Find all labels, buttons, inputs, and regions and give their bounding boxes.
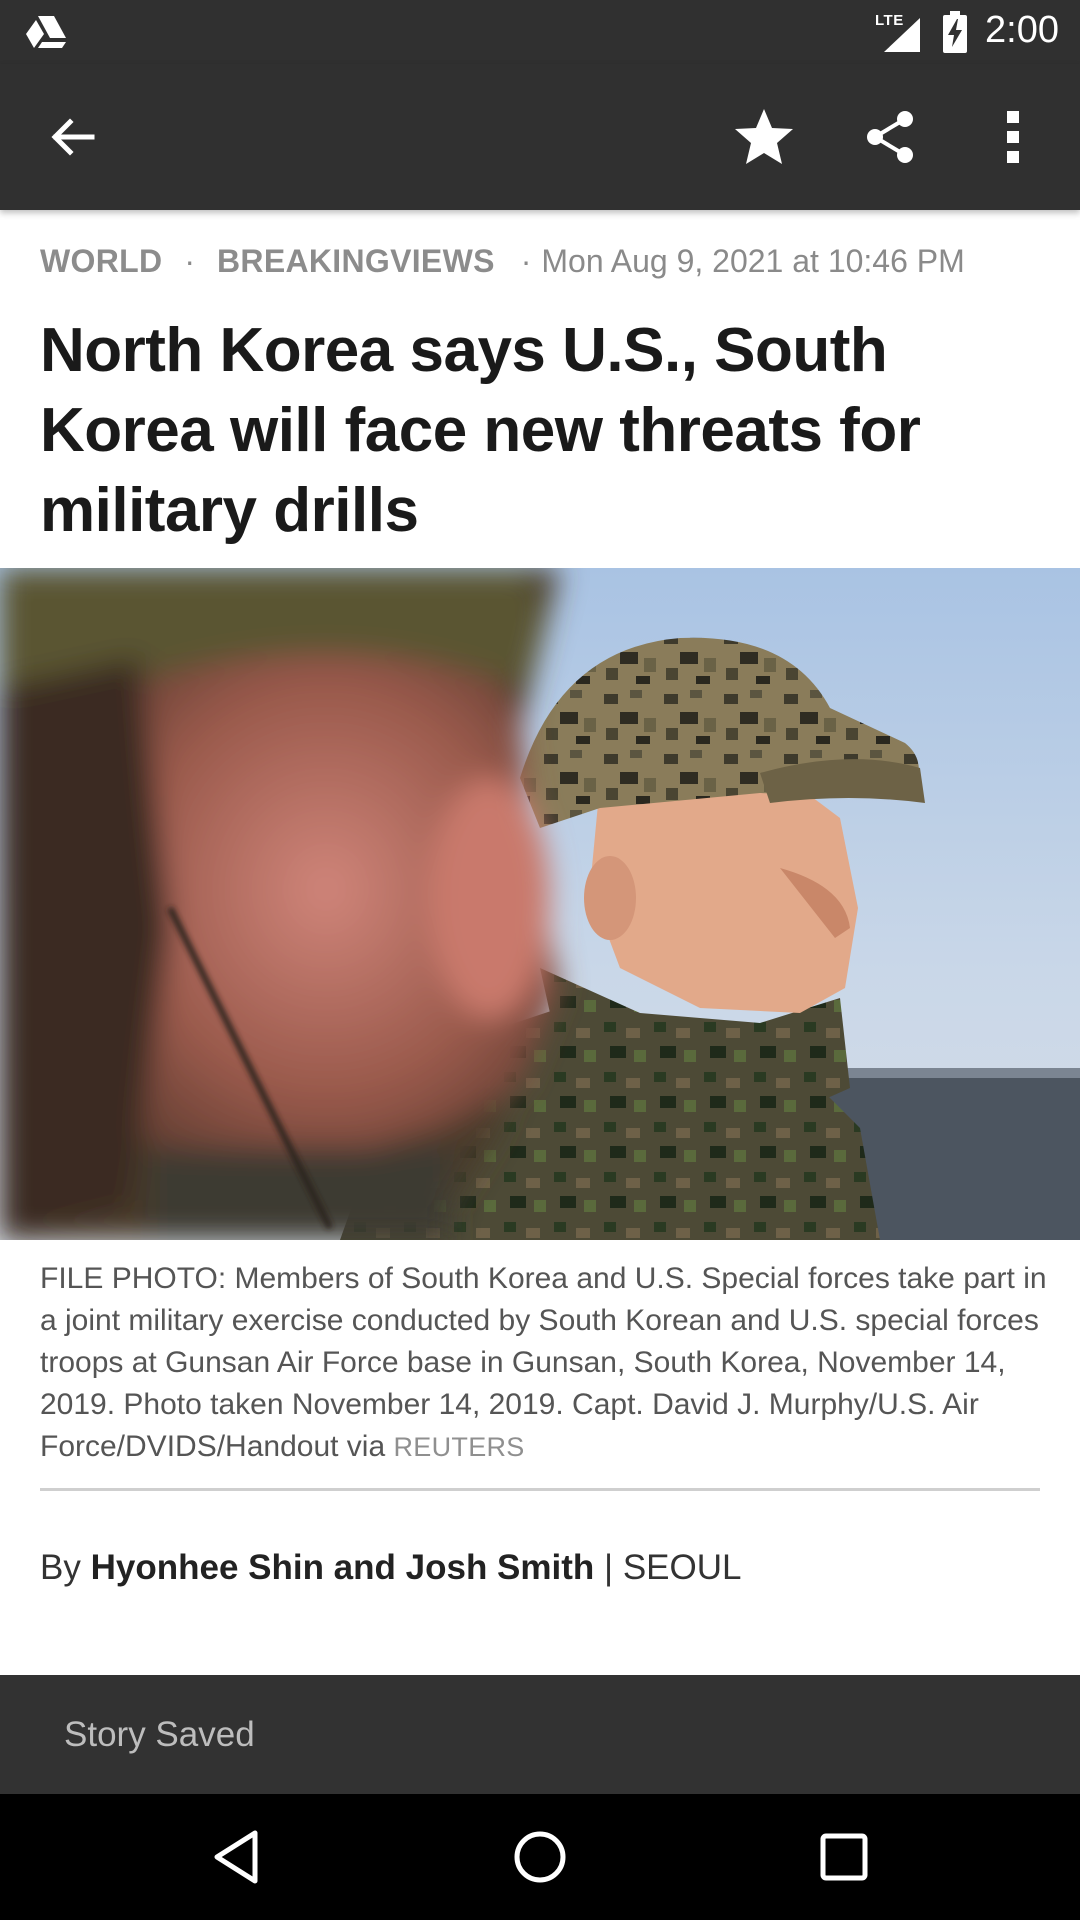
nav-home-icon	[514, 1831, 566, 1883]
article-timestamp: Mon Aug 9, 2021 at 10:46 PM	[541, 243, 965, 279]
nav-recents-icon	[820, 1833, 868, 1881]
status-clock: 2:00	[985, 9, 1059, 51]
article-photo-image	[0, 568, 1080, 1240]
photo-credit: REUTERS	[393, 1432, 525, 1462]
signal-icon	[884, 18, 920, 52]
photo-caption: FILE PHOTO: Members of South Korea and U…	[40, 1258, 1050, 1468]
snackbar-message: Story Saved	[64, 1715, 255, 1754]
byline-authors: Hyonhee Shin and Josh Smith	[90, 1548, 595, 1587]
nav-back-button[interactable]	[203, 1824, 269, 1890]
nav-recents-button[interactable]	[811, 1824, 877, 1890]
byline-separator: |	[604, 1548, 614, 1587]
byline-prefix: By	[40, 1548, 81, 1587]
status-bar: LTE 2:00	[0, 0, 1080, 64]
share-button[interactable]	[856, 102, 926, 172]
article-byline: By Hyonhee Shin and Josh Smith | SEOUL	[40, 1548, 741, 1588]
system-nav-bar	[0, 1794, 1080, 1920]
back-button[interactable]	[38, 102, 108, 172]
share-icon	[867, 111, 913, 163]
drive-icon	[26, 16, 66, 48]
battery-charging-icon	[943, 11, 967, 53]
article-headline: North Korea says U.S., South Korea will …	[40, 316, 921, 545]
category-breakingviews-link[interactable]: BREAKINGVIEWS	[217, 243, 495, 279]
save-story-button[interactable]	[729, 102, 799, 172]
more-vert-icon	[1007, 111, 1019, 163]
snackbar: Story Saved	[0, 1675, 1080, 1794]
app-toolbar	[0, 64, 1080, 210]
nav-home-button[interactable]	[507, 1824, 573, 1890]
category-world-link[interactable]: WORLD	[40, 243, 162, 279]
article-photo[interactable]	[0, 568, 1080, 1240]
caption-divider	[40, 1488, 1040, 1491]
nav-back-icon	[214, 1830, 258, 1884]
meta-separator: ·	[184, 243, 196, 279]
more-options-button[interactable]	[978, 102, 1048, 172]
arrow-back-icon	[51, 118, 95, 156]
meta-separator: ·	[520, 243, 532, 279]
byline-location: SEOUL	[622, 1548, 742, 1587]
caption-text: FILE PHOTO: Members of South Korea and U…	[40, 1262, 1047, 1463]
star-icon	[735, 109, 793, 164]
article-meta: WORLD · BREAKINGVIEWS · Mon Aug 9, 2021 at 1…	[40, 243, 965, 280]
